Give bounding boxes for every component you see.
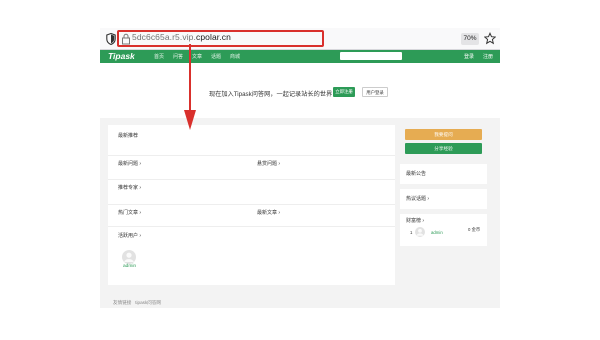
footer-links: 友情链接 tipask问答网 <box>113 300 161 306</box>
site-logo[interactable]: Tipask <box>108 51 135 61</box>
user-avatar[interactable] <box>122 250 136 264</box>
nav-search-input[interactable] <box>340 52 402 60</box>
recommended-experts-link[interactable]: 推荐专家 › <box>118 184 141 191</box>
announcements-panel: 最新公告 <box>400 164 487 184</box>
hot-topics-link[interactable]: 热议话题 › <box>406 195 429 202</box>
rank-number: 1 <box>410 230 413 235</box>
annotation-arrow <box>184 44 196 130</box>
footer-links-label: 友情链接 <box>113 300 132 305</box>
site-navbar: Tipask 首页 问答 文章 话题 商城 登录 注册 <box>100 50 500 63</box>
hot-articles-link[interactable]: 热门文章 › <box>118 209 141 216</box>
hot-topics-panel: 热议话题 › <box>400 189 487 209</box>
wealth-rank-panel: 财富榜 › 1 admin 0 金币 <box>400 214 487 246</box>
zoom-level[interactable]: 70% <box>461 33 479 45</box>
register-now-button[interactable]: 立即注册 <box>333 87 355 97</box>
bounty-questions-link[interactable]: 悬赏问题 › <box>257 160 280 167</box>
active-users-link[interactable]: 活跃用户 › <box>118 232 141 239</box>
nav-login-link[interactable]: 登录 <box>464 53 474 60</box>
rank-user-avatar[interactable] <box>415 227 425 237</box>
footer-link[interactable]: tipask问答网 <box>135 300 161 305</box>
divider <box>108 155 395 156</box>
nav-register-link[interactable]: 注册 <box>483 53 493 60</box>
bookmark-star-icon[interactable] <box>484 32 496 45</box>
rank-value: 0 金币 <box>468 227 481 232</box>
user-login-button[interactable]: 用户登录 <box>362 87 388 97</box>
latest-recommend-title: 最新推荐 <box>118 133 139 139</box>
nav-item-home[interactable]: 首页 <box>154 53 164 60</box>
announcements-title: 最新公告 <box>406 171 427 177</box>
wealth-rank-link[interactable]: 财富榜 › <box>406 217 424 224</box>
lock-icon[interactable] <box>121 33 131 45</box>
latest-articles-link[interactable]: 最新文章 › <box>257 209 280 216</box>
nav-item-shop[interactable]: 商城 <box>230 53 240 60</box>
latest-questions-link[interactable]: 最新问题 › <box>118 160 141 167</box>
divider <box>108 204 395 205</box>
active-user-name[interactable]: admin <box>123 264 136 269</box>
rank-user-name[interactable]: admin <box>431 230 443 235</box>
main-content-panel: 最新推荐 最新问题 › 悬赏问题 › 推荐专家 › 热门文章 › 最新文章 › … <box>108 125 395 285</box>
ask-question-button[interactable]: 我要提问 <box>405 129 482 140</box>
browser-address-bar: 5dc6c65a.r5.vip.cpolar.cn 70% <box>100 28 500 50</box>
shield-icon[interactable] <box>106 33 116 45</box>
welcome-text: 现在加入Tipask问答网，一起记录站长的世界 <box>209 91 333 98</box>
divider <box>108 179 395 180</box>
welcome-banner: 现在加入Tipask问答网，一起记录站长的世界 立即注册 用户登录 <box>100 63 500 118</box>
share-experience-button[interactable]: 分享经验 <box>405 143 482 154</box>
divider <box>108 226 395 227</box>
nav-item-topics[interactable]: 话题 <box>211 53 221 60</box>
url-field[interactable]: 5dc6c65a.r5.vip.cpolar.cn <box>132 32 231 42</box>
